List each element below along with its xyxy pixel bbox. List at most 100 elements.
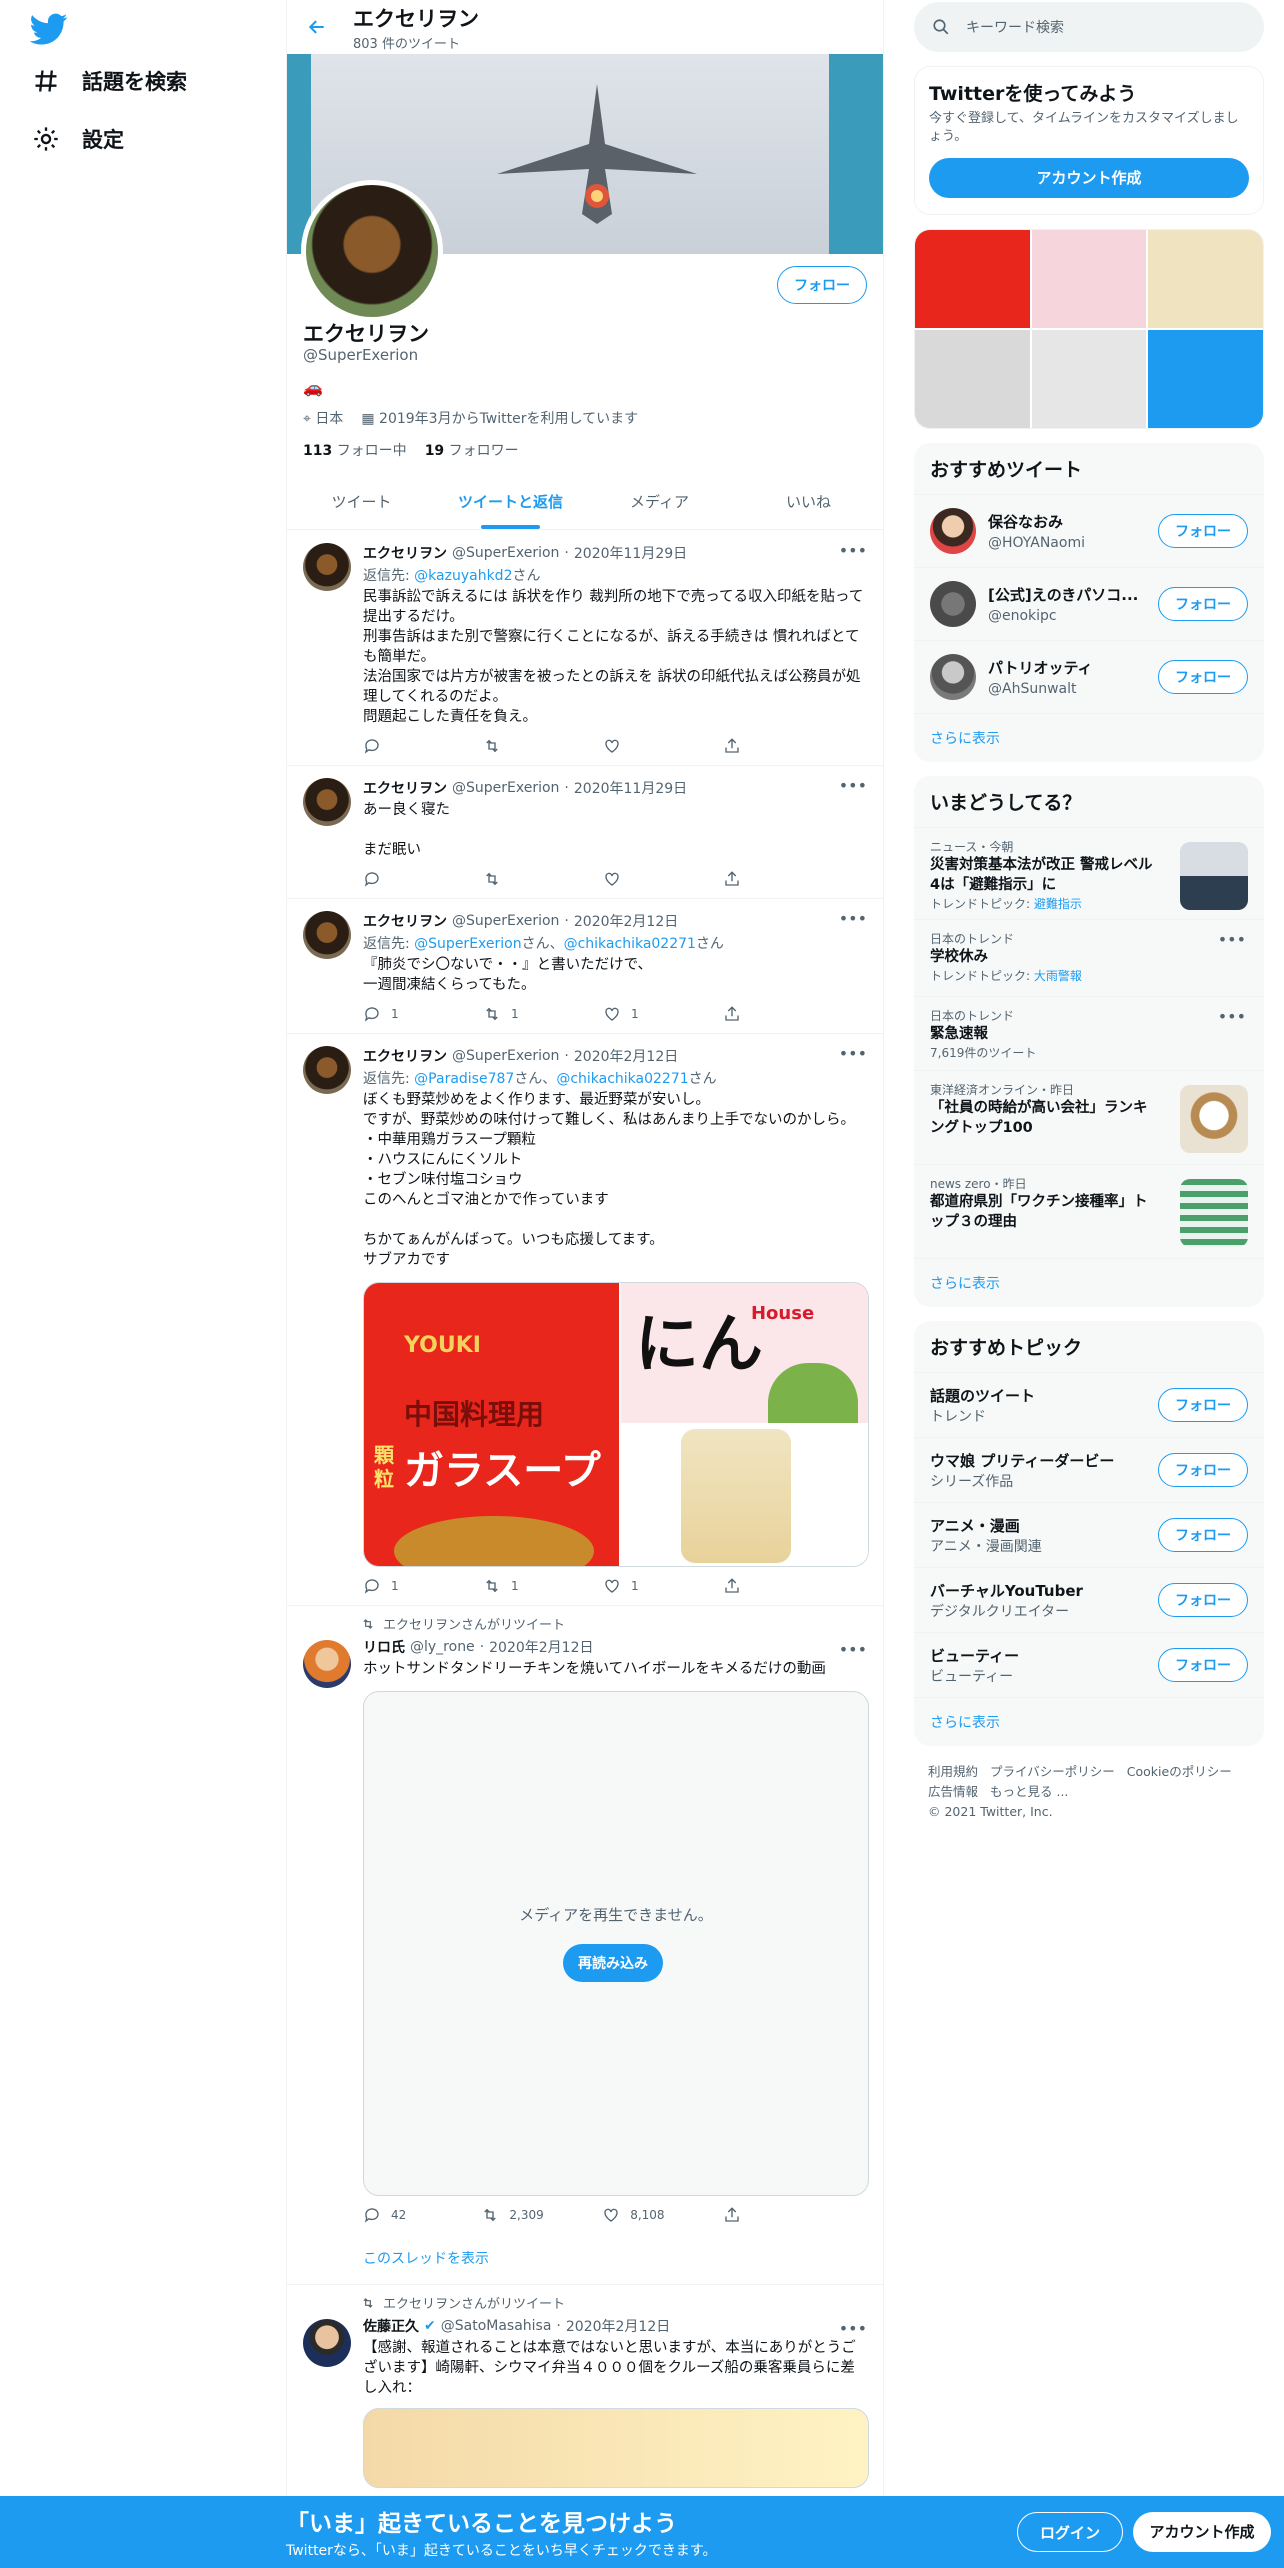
reply-to-link-2[interactable]: @chikachika02271 — [556, 1071, 688, 1087]
tweet-author-name[interactable]: エクセリヲン — [363, 543, 447, 563]
share-button[interactable] — [723, 1005, 783, 1023]
tab-tweets-and-replies[interactable]: ツイートと返信 — [436, 474, 585, 529]
share-button[interactable] — [723, 737, 783, 755]
thumb-bottle[interactable] — [1148, 230, 1263, 328]
rec-user[interactable]: [公式]えのきパソコ... @enokipc フォロー — [914, 567, 1264, 640]
tweet-date[interactable]: 2020年11月29日 — [574, 778, 687, 798]
rec-user-name[interactable]: パトリオッティ — [988, 657, 1158, 678]
topic-item[interactable]: バーチャルYouTuber デジタルクリエイター フォロー — [914, 1567, 1264, 1632]
rec-user-avatar[interactable] — [930, 508, 976, 554]
tweet-avatar[interactable] — [303, 911, 351, 959]
twitter-logo-icon[interactable] — [30, 10, 68, 48]
rec-follow-button[interactable]: フォロー — [1158, 660, 1248, 694]
topics-show-more-link[interactable]: さらに表示 — [914, 1697, 1264, 1746]
more-options-icon[interactable]: ••• — [839, 776, 867, 795]
signup-button[interactable]: アカウント作成 — [929, 158, 1249, 198]
tweet-date[interactable]: 2020年2月12日 — [574, 1046, 678, 1066]
trend-more-icon[interactable]: ••• — [1218, 1007, 1246, 1026]
tab-tweets[interactable]: ツイート — [287, 474, 436, 529]
video-player[interactable]: メディアを再生できません。 再読み込み — [363, 1691, 869, 2196]
tweet-author-name[interactable]: 佐藤正久 — [363, 2316, 419, 2336]
footer-cookie-link[interactable]: Cookieのポリシー — [1127, 1762, 1232, 1782]
reply-button[interactable]: 1 — [363, 1005, 423, 1023]
topic-follow-button[interactable]: フォロー — [1158, 1388, 1248, 1422]
topic-follow-button[interactable]: フォロー — [1158, 1648, 1248, 1682]
trend-item[interactable]: ニュース・今朝 災害対策基本法が改正 警戒レベル4は「避難指示」に トレンドトピ… — [914, 827, 1264, 919]
like-button[interactable]: 1 — [603, 1005, 663, 1023]
tweet-author-name[interactable]: エクセリヲン — [363, 911, 447, 931]
tweet-author-name[interactable]: エクセリヲン — [363, 778, 447, 798]
back-arrow-icon[interactable] — [307, 17, 327, 37]
reply-to-link[interactable]: @Paradise787 — [414, 1071, 514, 1087]
retweet-button[interactable]: 1 — [483, 1005, 543, 1023]
topic-follow-button[interactable]: フォロー — [1158, 1453, 1248, 1487]
login-button[interactable]: ログイン — [1017, 2512, 1123, 2552]
share-button[interactable] — [723, 2206, 783, 2224]
like-button[interactable] — [603, 737, 663, 755]
rec-user-avatar[interactable] — [930, 581, 976, 627]
tab-likes[interactable]: いいね — [734, 474, 883, 529]
topic-follow-button[interactable]: フォロー — [1158, 1583, 1248, 1617]
trends-show-more-link[interactable]: さらに表示 — [914, 1258, 1264, 1307]
retweet-label-text[interactable]: エクセリヲンさんがリツイート — [383, 2293, 565, 2312]
tweet-avatar[interactable] — [303, 2319, 351, 2367]
retweet-button[interactable]: 2,309 — [481, 2206, 544, 2224]
rec-follow-button[interactable]: フォロー — [1158, 514, 1248, 548]
rec-user-name[interactable]: 保谷なおみ — [988, 511, 1158, 532]
tweet-author-handle[interactable]: @SuperExerion — [452, 780, 559, 796]
trend-item[interactable]: news zero・昨日 都道府県別「ワクチン接種率」トップ３の理由 — [914, 1164, 1264, 1258]
thumb-newspaper-2[interactable] — [1031, 330, 1147, 428]
rec-user[interactable]: パトリオッティ @AhSunwalt フォロー — [914, 640, 1264, 713]
tweet-author-handle[interactable]: @SatoMasahisa — [441, 2318, 552, 2334]
followers-link[interactable]: 19 フォロワー — [425, 440, 519, 460]
tweet[interactable]: エクセリヲンさんがリツイート リロ氏 @ly_rone · 2020年2月12日 •… — [287, 1606, 883, 2285]
following-link[interactable]: 113 フォロー中 — [303, 440, 407, 460]
footer-ads-link[interactable]: 広告情報 — [928, 1782, 978, 1802]
more-options-icon[interactable]: ••• — [839, 541, 867, 560]
more-options-icon[interactable]: ••• — [839, 909, 867, 928]
topic-item[interactable]: アニメ・漫画 アニメ・漫画関連 フォロー — [914, 1502, 1264, 1567]
tweet[interactable]: エクセリヲンさんがリツイート 佐藤正久 ✔ @SatoMasahisa · 2020… — [287, 2285, 883, 2499]
reply-to-link[interactable]: @SuperExerion — [414, 936, 521, 952]
bottom-signup-button[interactable]: アカウント作成 — [1133, 2512, 1271, 2552]
thumb-newspaper-1[interactable] — [915, 330, 1030, 428]
profile-follow-button[interactable]: フォロー — [777, 266, 867, 304]
tweet-avatar[interactable] — [303, 543, 351, 591]
tweet-avatar[interactable] — [303, 1046, 351, 1094]
tweet-date[interactable]: 2020年11月29日 — [574, 543, 687, 563]
show-thread-link[interactable]: このスレッドを表示 — [363, 2248, 867, 2274]
nav-settings[interactable]: 設定 — [32, 124, 124, 154]
retweet-button[interactable] — [483, 870, 543, 888]
retweet-label-text[interactable]: エクセリヲンさんがリツイート — [383, 1614, 565, 1633]
more-options-icon[interactable]: ••• — [839, 2319, 867, 2338]
tweet-media-preview[interactable] — [363, 2408, 869, 2488]
tweet-author-handle[interactable]: @SuperExerion — [452, 545, 559, 561]
share-button[interactable] — [723, 870, 783, 888]
tweet-author-name[interactable]: エクセリヲン — [363, 1046, 447, 1066]
more-options-icon[interactable]: ••• — [839, 1640, 867, 1659]
topic-follow-button[interactable]: フォロー — [1158, 1518, 1248, 1552]
reply-to-link-2[interactable]: @chikachika02271 — [564, 936, 696, 952]
retweet-button[interactable] — [483, 737, 543, 755]
rec-user[interactable]: 保谷なおみ @HOYANaomi フォロー — [914, 494, 1264, 567]
trend-sub-link[interactable]: 大雨警報 — [1034, 969, 1082, 983]
tweet-author-handle[interactable]: @SuperExerion — [452, 1048, 559, 1064]
tweet-avatar[interactable] — [303, 778, 351, 826]
reply-button[interactable]: 1 — [363, 1577, 423, 1595]
media-photo-salt-pepper[interactable] — [620, 1425, 868, 1566]
tweet-avatar[interactable] — [303, 1640, 351, 1688]
rec-show-more-link[interactable]: さらに表示 — [914, 713, 1264, 762]
search-input[interactable]: キーワード検索 — [914, 2, 1264, 52]
reply-button[interactable] — [363, 870, 423, 888]
tweet[interactable]: エクセリヲン @SuperExerion · 2020年2月12日 ••• 返信先:… — [287, 899, 883, 1034]
topic-item[interactable]: 話題のツイート トレンド フォロー — [914, 1372, 1264, 1437]
thumb-blue-card[interactable] — [1148, 330, 1263, 428]
reload-button[interactable]: 再読み込み — [563, 1944, 663, 1982]
tweet-date[interactable]: 2020年2月12日 — [574, 911, 678, 931]
trend-item[interactable]: 東洋経済オンライン・昨日 「社員の時給が高い会社」ランキングトップ100 — [914, 1070, 1264, 1164]
trend-sub-link[interactable]: 避難指示 — [1034, 897, 1082, 911]
tweet-date[interactable]: 2020年2月12日 — [566, 2316, 670, 2336]
nav-explore[interactable]: 話題を検索 — [32, 66, 187, 96]
trend-more-icon[interactable]: ••• — [1218, 930, 1246, 949]
reply-button[interactable]: 42 — [363, 2206, 423, 2224]
